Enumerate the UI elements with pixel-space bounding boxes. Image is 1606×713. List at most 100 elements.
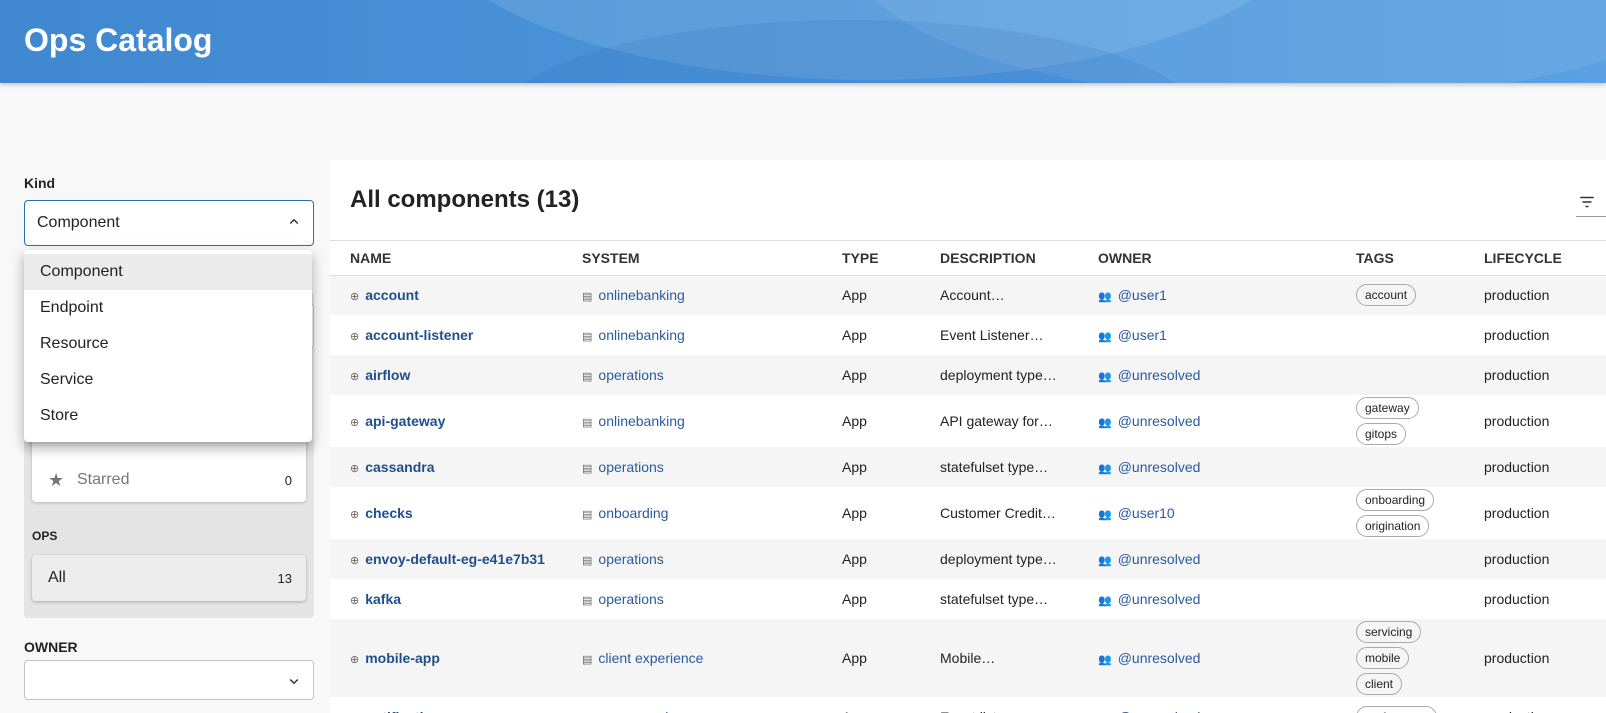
- tag-chip[interactable]: origination: [1356, 515, 1430, 537]
- component-link[interactable]: account-listener: [365, 327, 473, 343]
- owner-link[interactable]: @unresolved: [1118, 591, 1201, 607]
- cell-lifecycle: production: [1484, 591, 1550, 607]
- cell-tags: [1356, 539, 1484, 579]
- owner-link[interactable]: @unresolved: [1118, 459, 1201, 475]
- kind-option-resource[interactable]: Resource: [24, 326, 312, 362]
- table-row: ⊕ cassandra ▤ operations App statefulset type…: [330, 447, 1606, 487]
- owner-link[interactable]: @user1: [1118, 327, 1167, 343]
- cell-owner: 👥@unresolved: [1098, 697, 1356, 713]
- cell-system: ▤ operations: [582, 447, 842, 487]
- kind-option-endpoint[interactable]: Endpoint: [24, 290, 312, 326]
- system-icon: ▤: [582, 331, 593, 343]
- system-link[interactable]: operations: [598, 551, 663, 567]
- cell-owner: 👥 @user1: [1098, 275, 1356, 315]
- tag-chip[interactable]: account: [1356, 284, 1417, 307]
- cell-system: ▤ operations: [582, 355, 842, 395]
- tag-chip[interactable]: preferences: [1356, 706, 1438, 713]
- component-link[interactable]: kafka: [365, 591, 401, 607]
- kind-option-store[interactable]: Store: [24, 398, 312, 434]
- cell-tags: gateway gitops: [1356, 395, 1484, 447]
- tag-chip[interactable]: gateway: [1356, 397, 1419, 419]
- tag-chip[interactable]: servicing: [1356, 621, 1422, 643]
- table-row: ⊕ api-gateway ▤ onlinebanking App API gateway…: [330, 395, 1606, 447]
- cell-tags: account: [1356, 275, 1484, 315]
- kind-option-component[interactable]: Component: [24, 254, 312, 290]
- cell-owner: 👥 @unresolved: [1098, 539, 1356, 579]
- column-header-type[interactable]: TYPE: [842, 241, 940, 276]
- column-header-description[interactable]: DESCRIPTION: [940, 241, 1098, 276]
- owner-link[interactable]: @user10: [1118, 505, 1175, 521]
- tag-list: onboarding origination: [1356, 487, 1484, 539]
- components-table: NAME SYSTEM TYPE DESCRIPTION OWNER TAGS …: [330, 241, 1606, 713]
- system-link[interactable]: onlinebanking: [598, 327, 684, 343]
- owner-link[interactable]: @unresolved: [1118, 650, 1201, 666]
- owner-link[interactable]: @unresolved: [1118, 367, 1201, 383]
- owner-link[interactable]: @unresolved: [1118, 551, 1201, 567]
- system-link[interactable]: correspondence: [598, 709, 698, 713]
- component-link[interactable]: account: [365, 287, 419, 303]
- starred-label: Starred: [77, 471, 130, 488]
- cell-tags: preferences: [1356, 697, 1484, 713]
- tag-chip[interactable]: onboarding: [1356, 489, 1435, 511]
- system-link[interactable]: onlinebanking: [598, 287, 684, 303]
- starred-filter[interactable]: ★ Starred 0: [32, 458, 306, 502]
- system-link[interactable]: onboarding: [598, 505, 668, 521]
- owner-link[interactable]: @user1: [1118, 287, 1167, 303]
- owner-label: OWNER: [24, 639, 78, 655]
- component-icon: ⊕: [350, 371, 360, 383]
- tag-list: servicing mobile client: [1356, 619, 1484, 697]
- owner-select[interactable]: [24, 660, 314, 700]
- all-filter[interactable]: All 13: [32, 555, 306, 601]
- cell-description: Mobile…: [940, 619, 1098, 697]
- all-label: All: [48, 569, 66, 586]
- cell-system: ▤ onlinebanking: [582, 275, 842, 315]
- cell-owner: 👥@unresolved: [1098, 579, 1356, 619]
- system-link[interactable]: operations: [598, 591, 663, 607]
- tag-list: preferences: [1356, 704, 1484, 713]
- cell-name: ⊕ checks: [330, 487, 582, 539]
- column-header-owner[interactable]: OWNER: [1098, 241, 1356, 276]
- cell-lifecycle: production: [1484, 447, 1606, 487]
- owner-link[interactable]: @unresolved: [1118, 709, 1201, 713]
- kind-select[interactable]: Component: [24, 200, 314, 246]
- tag-chip[interactable]: gitops: [1356, 423, 1407, 445]
- system-link[interactable]: operations: [598, 367, 663, 383]
- component-link[interactable]: checks: [365, 505, 412, 521]
- system-link[interactable]: onlinebanking: [598, 413, 684, 429]
- column-header-tags[interactable]: TAGS: [1356, 241, 1484, 276]
- cell-system: ▤ operations: [582, 539, 842, 579]
- cell-name: ⊕ cassandra: [330, 447, 582, 487]
- system-link[interactable]: client experience: [598, 650, 703, 666]
- group-icon: 👥: [1098, 291, 1112, 304]
- column-header-system[interactable]: SYSTEM: [582, 241, 842, 276]
- group-icon: 👥: [1098, 555, 1112, 567]
- cell-description: API gateway for…: [940, 413, 1053, 429]
- table-row: ⊕ account ▤ onlinebanking App Account… 👥 @user1…: [330, 275, 1606, 315]
- component-link[interactable]: mobile-app: [365, 650, 440, 666]
- cell-system: ▤ onlinebanking: [582, 315, 842, 355]
- column-header-lifecycle[interactable]: LIFECYCLE: [1484, 241, 1606, 276]
- cell-name: ⊕notifications: [330, 697, 582, 713]
- column-header-name[interactable]: NAME: [330, 241, 582, 276]
- tag-chip[interactable]: mobile: [1356, 647, 1410, 669]
- component-link[interactable]: airflow: [365, 367, 410, 383]
- component-link[interactable]: cassandra: [365, 459, 434, 475]
- all-count: 13: [277, 571, 292, 586]
- filter-icon[interactable]: [1578, 193, 1596, 211]
- cell-description: deployment type…: [940, 539, 1098, 579]
- component-icon: ⊕: [350, 509, 360, 521]
- cell-description: statefulset type…: [940, 591, 1049, 607]
- cell-name: ⊕ mobile-app: [330, 619, 582, 697]
- component-link[interactable]: envoy-default-eg-e41e7b31: [365, 551, 545, 567]
- cell-lifecycle: production: [1484, 355, 1606, 395]
- component-link[interactable]: api-gateway: [365, 413, 445, 429]
- table-row: ⊕ mobile-app ▤ client experience App Mobile… 👥…: [330, 619, 1606, 697]
- component-link[interactable]: notifications: [365, 709, 448, 713]
- component-icon: ⊕: [350, 331, 360, 343]
- cell-tags: [1356, 355, 1484, 395]
- cell-type: App: [842, 591, 867, 607]
- owner-link[interactable]: @unresolved: [1118, 413, 1201, 429]
- system-link[interactable]: operations: [598, 459, 663, 475]
- tag-chip[interactable]: client: [1356, 673, 1403, 695]
- kind-option-service[interactable]: Service: [24, 362, 312, 398]
